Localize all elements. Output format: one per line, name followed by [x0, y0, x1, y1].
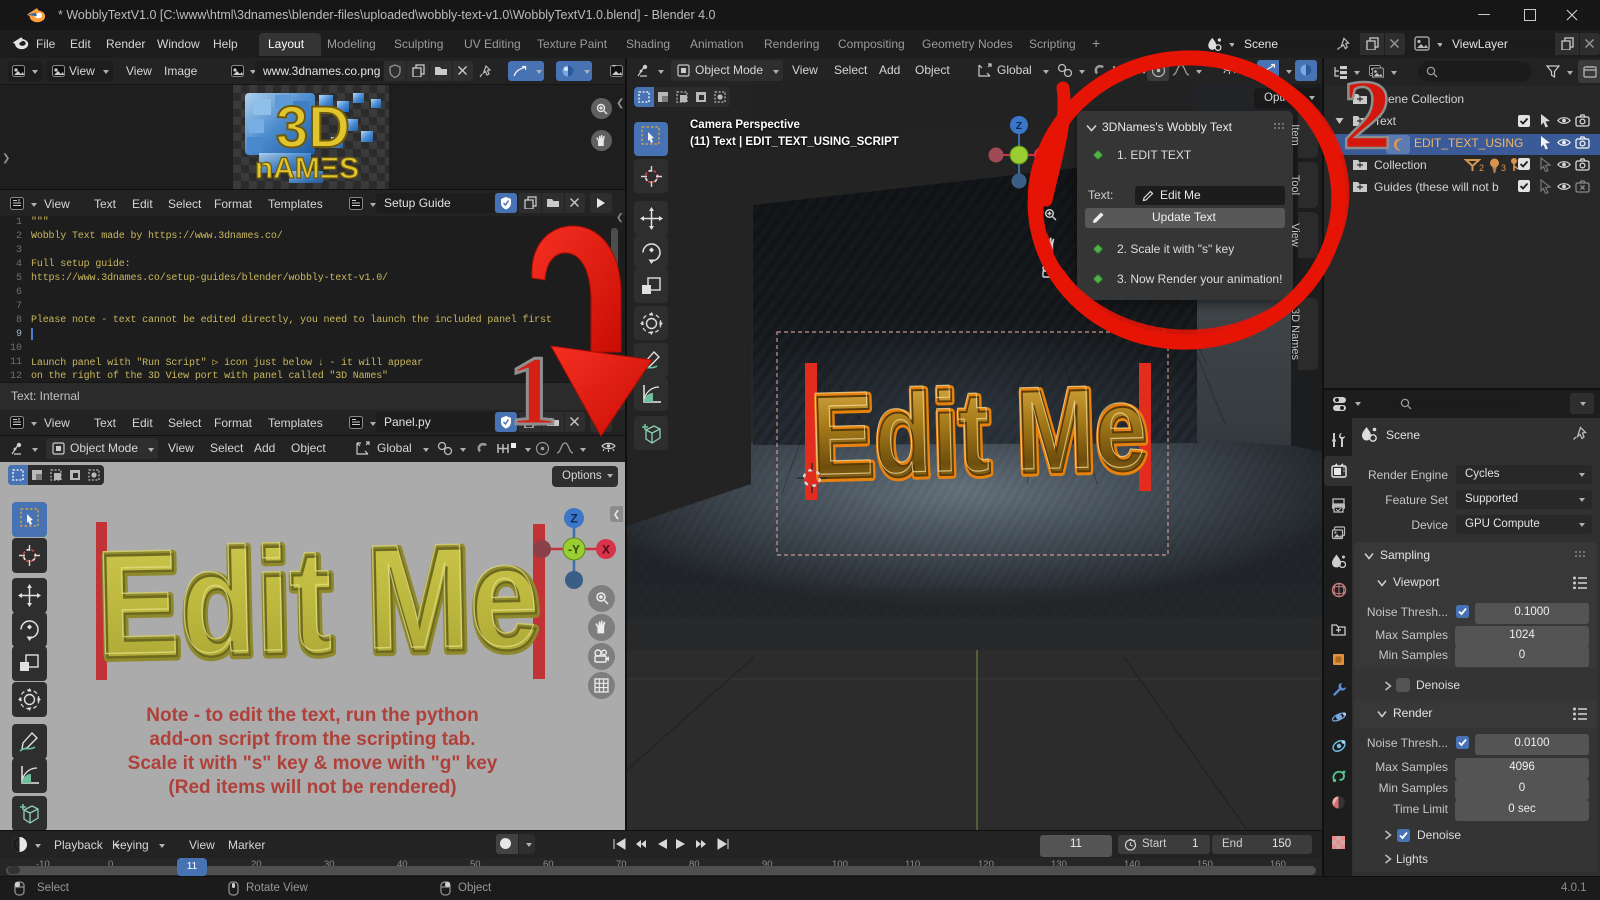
svg-text:Edit Me: Edit Me — [808, 360, 1147, 501]
svg-text:nAMΞS: nAMΞS — [255, 152, 359, 185]
svg-text:Z: Z — [1016, 120, 1023, 132]
svg-text:3D: 3D — [276, 95, 350, 160]
svg-text:Z: Z — [570, 512, 577, 526]
svg-text:X: X — [602, 543, 610, 557]
svg-text:Edit Me: Edit Me — [94, 536, 539, 676]
svg-text:-Y: -Y — [568, 543, 580, 557]
